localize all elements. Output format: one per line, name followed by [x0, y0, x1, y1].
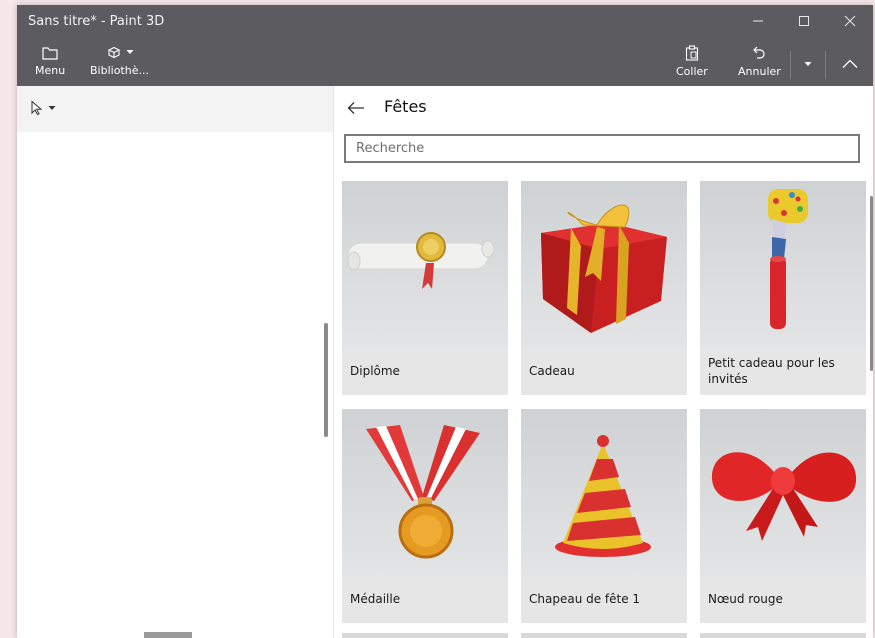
model-card-gift[interactable]: Cadeau [521, 181, 687, 395]
diploma-thumbnail [342, 181, 508, 347]
party-blower-image [768, 189, 808, 329]
chevron-down-icon [48, 106, 56, 110]
paint3d-window: Sans titre* - Paint 3D Menu Bibliothè... [17, 5, 873, 638]
panel-scrollbar[interactable] [870, 196, 873, 371]
vertical-scrollbar[interactable] [324, 323, 328, 437]
party-hat-image [555, 435, 651, 557]
maximize-icon [799, 16, 809, 26]
minimize-button[interactable] [735, 5, 781, 37]
party-hat-thumbnail [521, 409, 687, 575]
medal-thumbnail [342, 409, 508, 575]
chevron-down-icon [804, 62, 812, 66]
back-button[interactable] [344, 96, 368, 120]
card-label: Diplôme [350, 364, 400, 378]
model-card-red-bow[interactable]: Nœud rouge [700, 409, 866, 623]
model-card-diploma[interactable]: Diplôme [342, 181, 508, 395]
close-button[interactable] [827, 5, 873, 37]
card-label: Chapeau de fête 1 [529, 592, 641, 606]
undo-icon [753, 46, 765, 59]
3d-library-icon [107, 46, 121, 59]
gift-thumbnail [521, 181, 687, 347]
chevron-up-icon [842, 59, 858, 68]
cursor-icon [31, 100, 43, 116]
menu-label: Menu [35, 64, 66, 77]
model-card-partial[interactable] [342, 633, 508, 638]
drawing-canvas[interactable] [17, 132, 333, 638]
library-button[interactable]: Bibliothè... [90, 43, 149, 77]
maximize-button[interactable] [781, 5, 827, 37]
window-title: Sans titre* - Paint 3D [28, 14, 165, 29]
card-label: Cadeau [529, 364, 575, 378]
paste-icon [685, 45, 698, 61]
medal-image [366, 425, 480, 559]
collapse-toolbar-button[interactable] [835, 51, 865, 77]
back-arrow-icon [347, 102, 364, 114]
folder-icon [42, 47, 58, 60]
undo-button[interactable]: Annuler [738, 45, 781, 78]
menu-button[interactable]: Menu [35, 45, 65, 77]
card-label: Petit cadeau pour les invités [708, 356, 835, 386]
search-input[interactable] [344, 134, 860, 163]
red-bow-image [711, 452, 857, 541]
paste-button[interactable]: Coller [676, 45, 708, 78]
undo-history-dropdown[interactable] [797, 53, 819, 75]
paste-label: Coller [676, 65, 708, 78]
model-card-party-hat[interactable]: Chapeau de fête 1 [521, 409, 687, 623]
model-card-medal[interactable]: Médaille [342, 409, 508, 623]
model-card-partial[interactable] [521, 633, 687, 638]
gift-image [541, 204, 667, 333]
minimize-icon [753, 20, 763, 22]
close-icon [844, 15, 856, 27]
red-bow-thumbnail [700, 409, 866, 575]
library-panel: Fêtes Diplôme [333, 86, 873, 638]
divider [790, 51, 791, 79]
card-label: Médaille [350, 592, 401, 606]
undo-label: Annuler [738, 65, 781, 78]
library-label: Bibliothè... [90, 64, 149, 77]
model-card-partial[interactable] [700, 633, 866, 638]
top-bar: Sans titre* - Paint 3D Menu Bibliothè... [17, 5, 873, 86]
panel-title: Fêtes [384, 97, 427, 116]
party-favor-thumbnail [700, 181, 866, 347]
horizontal-scrollbar[interactable] [144, 632, 192, 638]
card-label: Nœud rouge [708, 592, 783, 606]
diploma-image [347, 232, 495, 289]
chevron-down-icon [126, 50, 134, 54]
select-tool-button[interactable] [30, 100, 56, 116]
divider [825, 51, 826, 79]
selection-toolbar [17, 86, 333, 132]
model-card-party-favor[interactable]: Petit cadeau pour les invités [700, 181, 866, 395]
